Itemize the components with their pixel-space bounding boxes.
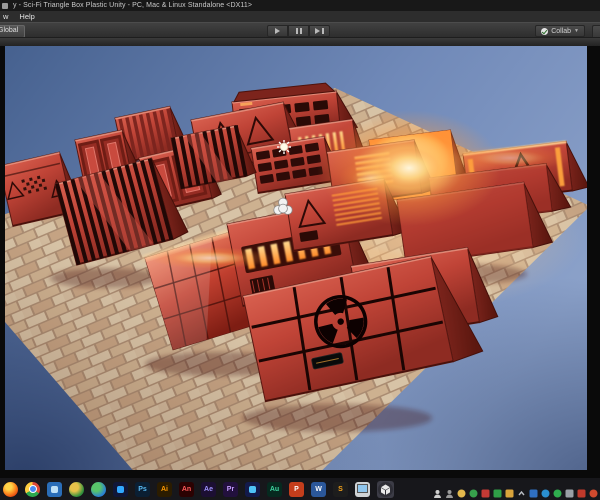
- taskbar-app-search-blue[interactable]: [47, 481, 62, 497]
- window-title: y - Sci-Fi Triangle Box Plastic Unity - …: [13, 2, 253, 9]
- taskbar-app-system-window[interactable]: [355, 481, 370, 497]
- taskbar-app-globe-blue[interactable]: [91, 481, 106, 497]
- taskbar-app-chrome[interactable]: [25, 481, 40, 497]
- title-bar: y - Sci-Fi Triangle Box Plastic Unity - …: [0, 0, 600, 11]
- pause-icon: [295, 28, 298, 34]
- play-button[interactable]: [267, 25, 288, 37]
- step-button[interactable]: [309, 25, 330, 37]
- taskbar-app-unity[interactable]: [378, 481, 393, 497]
- step-icon: [315, 28, 321, 34]
- taskbar: Ps Ai An Ae Pr Au P W S: [0, 478, 600, 500]
- game-viewport-frame: [0, 46, 600, 470]
- taskbar-app-photoshop[interactable]: Ps: [135, 481, 150, 497]
- tray-yellow[interactable]: [457, 485, 466, 497]
- pause-button[interactable]: [288, 25, 309, 37]
- gameview-header-strip: [0, 38, 600, 46]
- taskbar-app-creative-dark[interactable]: [113, 481, 128, 497]
- global-toggle-button[interactable]: Global: [0, 25, 26, 37]
- taskbar-app-firefox[interactable]: [3, 481, 18, 497]
- taskbar-app-audition[interactable]: Au: [267, 481, 282, 497]
- taskbar-app-animate[interactable]: An: [179, 481, 194, 497]
- taskbar-app-globe-green[interactable]: [69, 481, 84, 497]
- taskbar-app-premiere[interactable]: Pr: [223, 481, 238, 497]
- desktop-screen: y - Sci-Fi Triangle Box Plastic Unity - …: [0, 0, 600, 500]
- tray-grid[interactable]: [565, 485, 574, 497]
- chevron-down-icon: ▼: [574, 28, 579, 34]
- tray-green[interactable]: [493, 485, 502, 497]
- taskbar-app-s-yellow[interactable]: S: [333, 481, 348, 497]
- active-app-highlight: [377, 480, 394, 498]
- taskbar-apps: Ps Ai An Ae Pr Au P W S: [0, 480, 394, 498]
- taskbar-app-after-effects[interactable]: Ae: [201, 481, 216, 497]
- directional-light-gizmo[interactable]: [277, 140, 291, 154]
- taskbar-app-rush[interactable]: [245, 481, 260, 497]
- tray-chevron[interactable]: [517, 485, 526, 495]
- play-icon: [275, 28, 280, 34]
- tray-red-2[interactable]: [577, 485, 586, 497]
- menu-bar: w Help: [0, 11, 600, 22]
- tray-person[interactable]: [433, 485, 442, 498]
- menu-item-w[interactable]: w: [3, 11, 8, 22]
- window-bottom-edge: [0, 470, 600, 478]
- tray-blue-circle[interactable]: [541, 485, 550, 497]
- taskbar-app-word[interactable]: W: [311, 481, 326, 497]
- menu-item-help[interactable]: Help: [19, 11, 34, 22]
- taskbar-app-powerpoint[interactable]: P: [289, 481, 304, 497]
- game-viewport[interactable]: [5, 46, 587, 470]
- collab-button[interactable]: Collab ▼: [535, 25, 585, 37]
- toolbar-partial-button[interactable]: [592, 25, 600, 37]
- tray-blue-square[interactable]: [529, 485, 538, 497]
- tray-red-square[interactable]: [481, 485, 490, 497]
- transport-controls: [267, 25, 330, 37]
- tray-multi[interactable]: [505, 485, 514, 497]
- window-icon: [2, 2, 8, 9]
- tray-green-circle[interactable]: [553, 485, 562, 497]
- taskbar-app-illustrator[interactable]: Ai: [157, 481, 172, 497]
- tray-swoosh[interactable]: [589, 485, 598, 497]
- tray-person-2[interactable]: [445, 485, 454, 498]
- unity-toolbar: Global Collab ▼: [0, 22, 600, 38]
- tray-shield[interactable]: [469, 485, 478, 497]
- system-tray: [433, 485, 600, 498]
- collab-check-icon: [541, 27, 549, 35]
